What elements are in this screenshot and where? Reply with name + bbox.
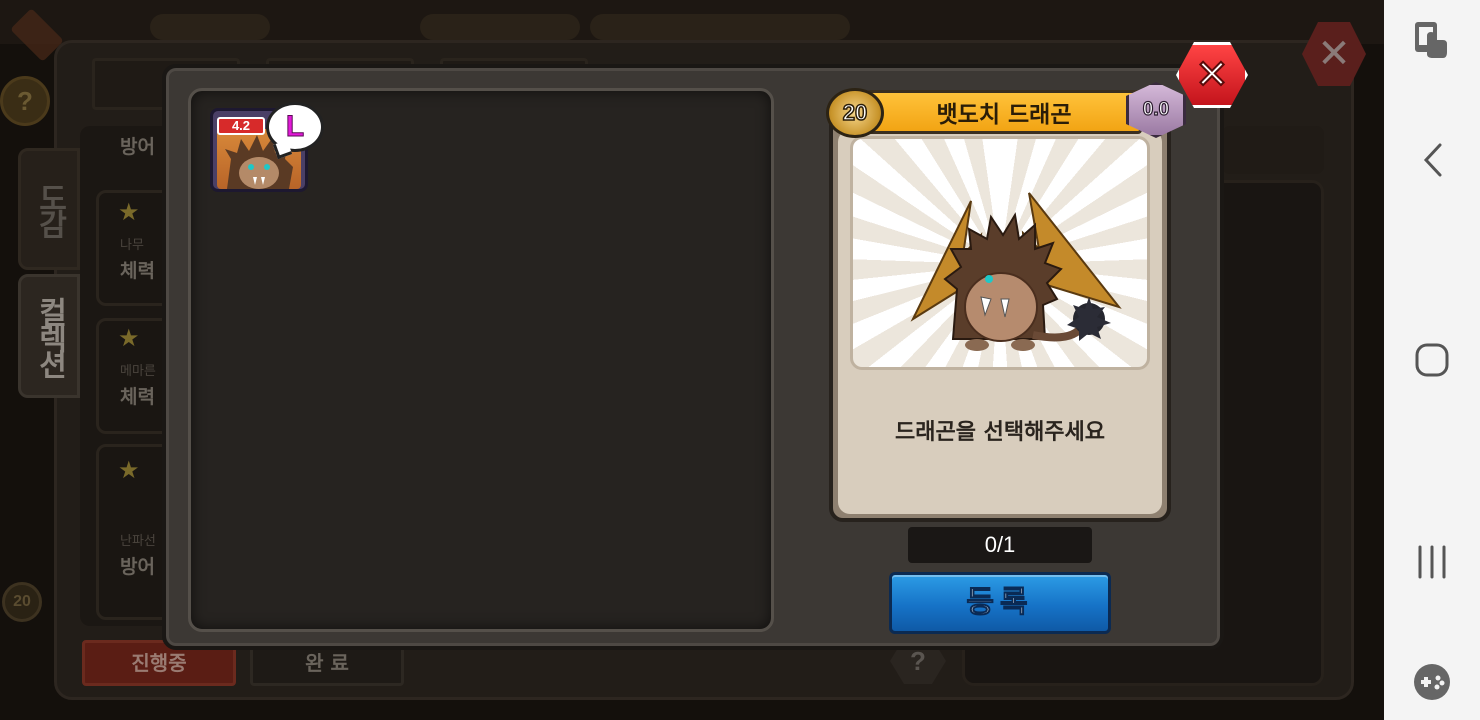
list-item-category: 난파선	[120, 534, 156, 549]
list-item-category: 메마른	[120, 364, 156, 379]
dragon-name: 뱃도치 드래곤	[936, 102, 1072, 128]
list-item-stat: 체력	[120, 386, 155, 408]
star-icon: ★	[118, 456, 140, 484]
selection-counter: 0/1	[908, 527, 1092, 563]
resource-counter-2	[420, 14, 580, 40]
grade-letter: L	[285, 110, 305, 143]
list-item-stat: 방어	[120, 556, 155, 578]
card-level-badge: 20	[826, 88, 884, 138]
star-icon: ★	[118, 198, 140, 226]
card-level-value: 20	[842, 99, 868, 126]
register-button[interactable]: 등록	[889, 572, 1111, 634]
resource-counter-3	[590, 14, 850, 40]
dragon-illustration	[850, 136, 1150, 370]
recents-icon[interactable]	[1384, 540, 1480, 584]
resource-counter-1	[150, 14, 270, 40]
card-description: 드래곤을 선택해주세요	[894, 420, 1106, 445]
card-title-bar: 뱃도치 드래곤	[866, 90, 1142, 134]
dragon-rating-badge: 4.2	[217, 117, 265, 135]
list-item-category: 나무	[120, 238, 144, 253]
help-icon: ?	[0, 76, 50, 126]
star-icon: ★	[118, 324, 140, 352]
list-item-stat: 체력	[120, 260, 155, 282]
hedgehog-dragon-icon	[910, 192, 1122, 351]
list-item-partial-stat: 방어	[120, 136, 155, 158]
home-icon[interactable]	[1384, 338, 1480, 382]
screen-touch-icon[interactable]	[1384, 18, 1480, 62]
grade-bubble: L	[266, 102, 324, 152]
close-icon: ✕	[1194, 52, 1229, 98]
side-tab-encyclopedia: 도감	[18, 148, 80, 270]
side-tab-collection: 컬렉션	[18, 274, 80, 398]
game-tools-icon[interactable]	[1384, 660, 1480, 704]
right-header-bar	[1222, 126, 1324, 174]
level-badge: 20	[2, 582, 42, 622]
card-score-value: 0.0	[1142, 98, 1170, 120]
back-icon[interactable]	[1384, 138, 1480, 182]
android-nav-bar	[1384, 0, 1480, 720]
